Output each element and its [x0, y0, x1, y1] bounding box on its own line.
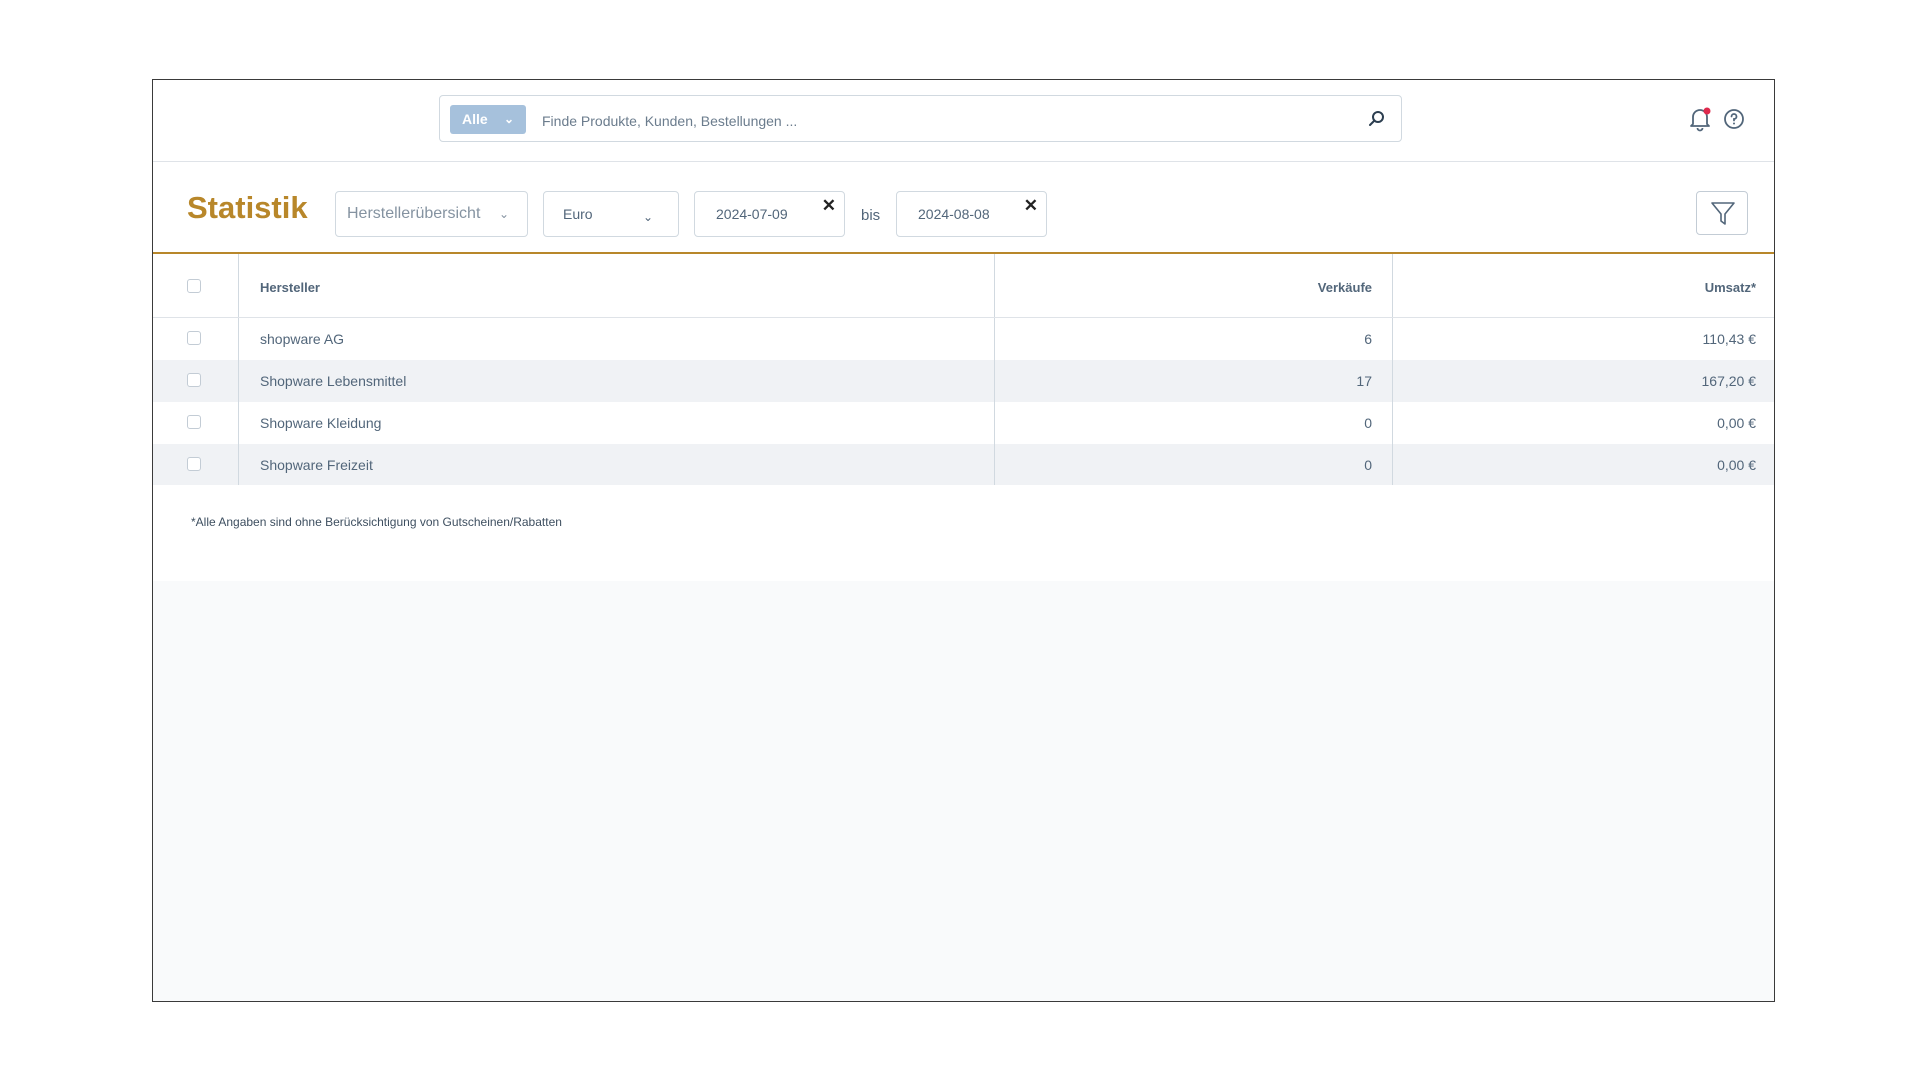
search-type-label: Alle — [462, 111, 488, 127]
row-select-cell — [153, 402, 239, 444]
column-header-manufacturer[interactable]: Hersteller — [239, 254, 995, 317]
row-checkbox[interactable] — [187, 373, 201, 387]
report-select[interactable]: Herstellerübersicht ⌄ — [335, 191, 528, 237]
date-from-value: 2024-07-09 — [716, 206, 788, 222]
select-all-checkbox[interactable] — [187, 279, 201, 293]
revenue-cell: 167,20 € — [1701, 373, 1757, 389]
search-type-select[interactable]: Alle ⌄ — [450, 105, 526, 134]
top-bar: Alle ⌄ — [153, 80, 1774, 162]
sales-cell: 0 — [995, 402, 1393, 444]
report-select-value: Herstellerübersicht — [347, 205, 481, 222]
admin-window: Alle ⌄ Finde Produkte, Kunden, Bestellun… — [152, 79, 1775, 1002]
column-header-sales[interactable]: Verkäufe — [995, 254, 1393, 317]
manufacturer-cell: Shopware Kleidung — [239, 402, 995, 444]
revenue-cell: 0,00 € — [1717, 457, 1756, 473]
manufacturer-table: Hersteller Verkäufe Umsatz* shopware AG … — [153, 254, 1774, 486]
search-icon[interactable] — [1367, 109, 1387, 129]
page-header: Statistik Herstellerübersicht ⌄ Euro ⌄ 2… — [153, 162, 1774, 254]
footnote-area: *Alle Angaben sind ohne Berücksichtigung… — [153, 485, 1774, 581]
table-header-row: Hersteller Verkäufe Umsatz* — [153, 254, 1774, 318]
table-row: Shopware Lebensmittel 17 167,20 € — [153, 360, 1774, 402]
column-header-revenue[interactable]: Umsatz* — [1393, 254, 1774, 317]
date-range-separator: bis — [861, 207, 881, 224]
chevron-down-icon: ⌄ — [503, 112, 514, 126]
manufacturer-cell: Shopware Freizeit — [239, 444, 995, 486]
date-to-field[interactable]: 2024-08-08 ✕ — [896, 191, 1047, 237]
currency-select-value: Euro — [563, 206, 593, 222]
help-icon[interactable] — [1723, 108, 1745, 130]
global-search: Alle ⌄ — [439, 95, 1402, 142]
row-select-cell — [153, 360, 239, 402]
table-row: shopware AG 6 110,43 € — [153, 318, 1774, 360]
revenue-cell: 0,00 € — [1717, 415, 1756, 431]
close-icon[interactable]: ✕ — [822, 196, 836, 216]
manufacturer-cell: shopware AG — [239, 318, 995, 360]
revenue-cell: 110,43 € — [1702, 331, 1756, 347]
footnote: *Alle Angaben sind ohne Berücksichtigung… — [191, 515, 562, 529]
chevron-down-icon: ⌄ — [643, 210, 654, 224]
page-title: Statistik — [187, 190, 308, 225]
row-checkbox[interactable] — [187, 331, 201, 345]
search-input[interactable] — [540, 106, 1344, 135]
select-all-cell — [153, 254, 239, 317]
close-icon[interactable]: ✕ — [1024, 196, 1038, 216]
chevron-down-icon: ⌄ — [499, 207, 510, 221]
bell-icon[interactable] — [1687, 106, 1713, 132]
sales-cell: 6 — [995, 318, 1393, 360]
date-from-field[interactable]: 2024-07-09 ✕ — [694, 191, 845, 237]
currency-select[interactable]: Euro ⌄ — [543, 191, 679, 237]
table-row: Shopware Freizeit 0 0,00 € — [153, 444, 1774, 486]
sales-cell: 17 — [995, 360, 1393, 402]
row-select-cell — [153, 444, 239, 486]
row-checkbox[interactable] — [187, 415, 201, 429]
date-to-value: 2024-08-08 — [918, 206, 990, 222]
manufacturer-cell: Shopware Lebensmittel — [239, 360, 995, 402]
row-checkbox[interactable] — [187, 457, 201, 471]
row-select-cell — [153, 318, 239, 360]
filter-button[interactable] — [1696, 191, 1748, 235]
sales-cell: 0 — [995, 444, 1393, 486]
filter-icon — [1711, 202, 1735, 225]
table-row: Shopware Kleidung 0 0,00 € — [153, 402, 1774, 444]
